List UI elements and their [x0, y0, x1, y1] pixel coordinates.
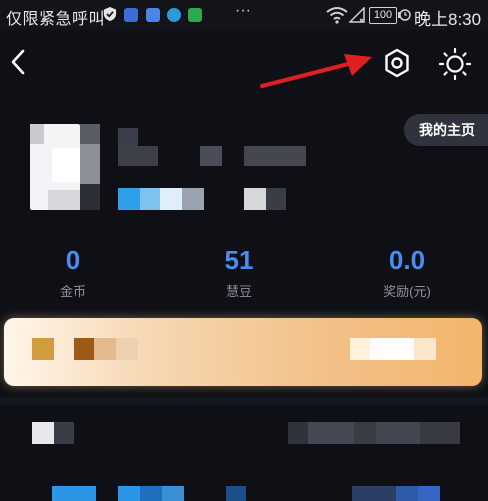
- sun-icon[interactable]: [438, 46, 472, 80]
- list-item-redacted: [376, 422, 420, 444]
- list-item-redacted: [308, 422, 354, 444]
- user-tag-redacted: [140, 188, 160, 210]
- list-item-redacted: [396, 486, 418, 501]
- list-item-redacted: [54, 422, 74, 444]
- section-divider: [0, 397, 488, 405]
- list-item-redacted: [140, 486, 162, 501]
- stat-label: 奖励(元): [383, 284, 431, 299]
- my-homepage-button[interactable]: 我的主页: [404, 114, 488, 146]
- app-notification-icon: [146, 8, 160, 22]
- list-item-redacted[interactable]: [52, 486, 96, 501]
- status-bar: 仅限紧急呼叫 ··· 100 晚上8:30: [0, 0, 488, 30]
- username-redacted: [244, 146, 306, 166]
- username-redacted: [200, 146, 222, 166]
- back-icon[interactable]: [8, 48, 28, 76]
- promo-banner[interactable]: [4, 318, 482, 386]
- list-item-redacted: [418, 486, 440, 501]
- user-tag-redacted: [160, 188, 182, 210]
- list-item-redacted: [226, 486, 246, 501]
- username-redacted: [118, 146, 158, 166]
- list-item-redacted: [288, 422, 308, 444]
- stat-beans[interactable]: 51 慧豆: [194, 244, 284, 300]
- user-tag-redacted: [118, 188, 140, 210]
- carrier-label: 仅限紧急呼叫: [6, 11, 106, 28]
- stat-value: 0: [65, 245, 81, 275]
- stat-coins[interactable]: 0 金币: [28, 244, 118, 300]
- user-tag-redacted: [244, 188, 266, 210]
- list-item-redacted: [162, 486, 184, 501]
- stat-value: 51: [224, 245, 254, 275]
- stat-rewards[interactable]: 0.0 奖励(元): [362, 244, 452, 300]
- more-notifications-icon: ···: [235, 2, 251, 19]
- app-notification-icon: [124, 8, 138, 22]
- stat-value: 0.0: [388, 245, 426, 275]
- clock: 晚上8:30: [414, 10, 482, 29]
- username-redacted: [118, 128, 138, 146]
- battery-indicator: 100: [369, 7, 400, 24]
- list-item-redacted: [420, 422, 460, 444]
- gear-icon[interactable]: [380, 46, 414, 80]
- app-notification-icon: [188, 8, 202, 22]
- stat-label: 慧豆: [225, 284, 252, 299]
- signal-icon: [349, 7, 365, 23]
- user-tag-redacted: [266, 188, 286, 210]
- user-tag-redacted: [182, 188, 204, 210]
- list-item-redacted[interactable]: [32, 422, 54, 444]
- list-item-redacted: [354, 422, 376, 444]
- shield-check-icon: [103, 7, 117, 21]
- browser-notification-icon: [167, 8, 181, 22]
- red-arrow-annotation: [260, 54, 372, 88]
- alarm-icon: [399, 9, 411, 21]
- list-item-redacted: [352, 486, 396, 501]
- avatar[interactable]: [30, 124, 100, 210]
- list-item-redacted: [118, 486, 140, 501]
- stat-label: 金币: [59, 284, 86, 299]
- wifi-icon: [326, 7, 348, 24]
